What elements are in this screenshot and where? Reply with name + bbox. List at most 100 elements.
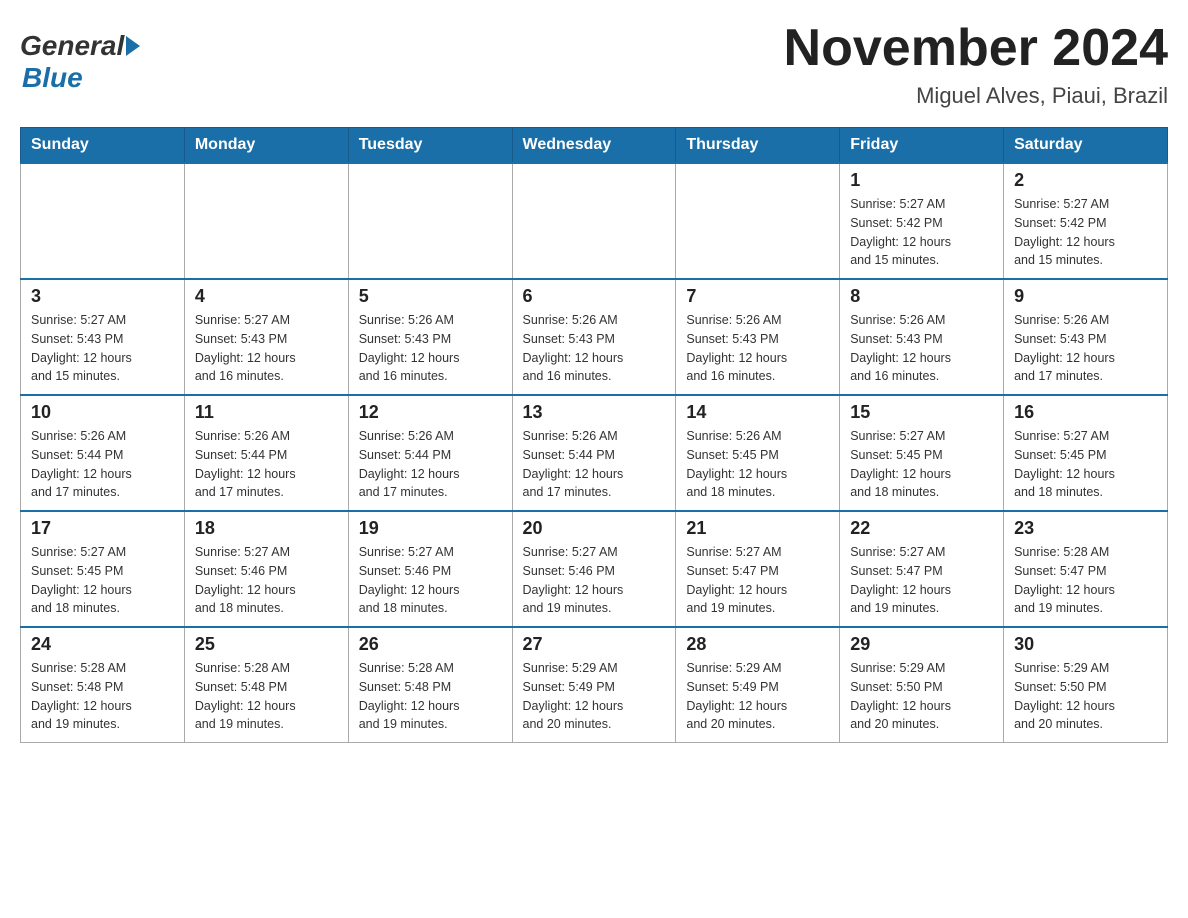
calendar-cell: 9 Sunrise: 5:26 AMSunset: 5:43 PMDaylight… <box>1004 279 1168 395</box>
week-row-2: 3 Sunrise: 5:27 AMSunset: 5:43 PMDaylight… <box>21 279 1168 395</box>
calendar-cell: 30 Sunrise: 5:29 AMSunset: 5:50 PMDayligh… <box>1004 627 1168 743</box>
day-info: Sunrise: 5:26 AMSunset: 5:44 PMDaylight:… <box>31 427 174 502</box>
calendar-cell: 5 Sunrise: 5:26 AMSunset: 5:43 PMDaylight… <box>348 279 512 395</box>
week-row-4: 17Sunrise: 5:27 AMSunset: 5:45 PMDayligh… <box>21 511 1168 627</box>
day-number: 21 <box>686 518 829 539</box>
day-info: Sunrise: 5:28 AMSunset: 5:48 PMDaylight:… <box>31 659 174 734</box>
calendar-cell: 15Sunrise: 5:27 AMSunset: 5:45 PMDayligh… <box>840 395 1004 511</box>
logo: General Blue <box>20 30 140 94</box>
calendar-cell: 26 Sunrise: 5:28 AMSunset: 5:48 PMDayligh… <box>348 627 512 743</box>
day-number: 24 <box>31 634 174 655</box>
day-info: Sunrise: 5:27 AMSunset: 5:45 PMDaylight:… <box>1014 427 1157 502</box>
calendar-cell: 17Sunrise: 5:27 AMSunset: 5:45 PMDayligh… <box>21 511 185 627</box>
day-info: Sunrise: 5:26 AMSunset: 5:45 PMDaylight:… <box>686 427 829 502</box>
calendar-cell: 13Sunrise: 5:26 AMSunset: 5:44 PMDayligh… <box>512 395 676 511</box>
day-info: Sunrise: 5:26 AMSunset: 5:43 PMDaylight:… <box>850 311 993 386</box>
location-title: Miguel Alves, Piaui, Brazil <box>784 83 1168 109</box>
day-number: 12 <box>359 402 502 423</box>
calendar: SundayMondayTuesdayWednesdayThursdayFrid… <box>20 127 1168 743</box>
title-section: November 2024 Miguel Alves, Piaui, Brazi… <box>784 20 1168 109</box>
day-info: Sunrise: 5:26 AMSunset: 5:43 PMDaylight:… <box>1014 311 1157 386</box>
day-info: Sunrise: 5:27 AMSunset: 5:46 PMDaylight:… <box>195 543 338 618</box>
day-info: Sunrise: 5:29 AMSunset: 5:49 PMDaylight:… <box>686 659 829 734</box>
calendar-cell: 21 Sunrise: 5:27 AMSunset: 5:47 PMDayligh… <box>676 511 840 627</box>
calendar-cell: 1 Sunrise: 5:27 AMSunset: 5:42 PMDaylight… <box>840 163 1004 279</box>
calendar-cell: 22 Sunrise: 5:27 AMSunset: 5:47 PMDayligh… <box>840 511 1004 627</box>
calendar-cell: 11 Sunrise: 5:26 AMSunset: 5:44 PMDayligh… <box>184 395 348 511</box>
calendar-cell: 12Sunrise: 5:26 AMSunset: 5:44 PMDayligh… <box>348 395 512 511</box>
calendar-cell: 29 Sunrise: 5:29 AMSunset: 5:50 PMDayligh… <box>840 627 1004 743</box>
weekday-header-wednesday: Wednesday <box>512 128 676 164</box>
calendar-cell: 4 Sunrise: 5:27 AMSunset: 5:43 PMDaylight… <box>184 279 348 395</box>
day-info: Sunrise: 5:28 AMSunset: 5:47 PMDaylight:… <box>1014 543 1157 618</box>
day-info: Sunrise: 5:27 AMSunset: 5:42 PMDaylight:… <box>1014 195 1157 270</box>
weekday-header-friday: Friday <box>840 128 1004 164</box>
calendar-cell <box>184 163 348 279</box>
day-number: 29 <box>850 634 993 655</box>
day-info: Sunrise: 5:29 AMSunset: 5:50 PMDaylight:… <box>1014 659 1157 734</box>
calendar-cell: 27 Sunrise: 5:29 AMSunset: 5:49 PMDayligh… <box>512 627 676 743</box>
day-number: 4 <box>195 286 338 307</box>
calendar-cell: 25Sunrise: 5:28 AMSunset: 5:48 PMDayligh… <box>184 627 348 743</box>
calendar-cell: 18 Sunrise: 5:27 AMSunset: 5:46 PMDayligh… <box>184 511 348 627</box>
day-info: Sunrise: 5:26 AMSunset: 5:43 PMDaylight:… <box>359 311 502 386</box>
day-number: 30 <box>1014 634 1157 655</box>
day-number: 16 <box>1014 402 1157 423</box>
day-info: Sunrise: 5:26 AMSunset: 5:44 PMDaylight:… <box>195 427 338 502</box>
day-number: 7 <box>686 286 829 307</box>
day-number: 27 <box>523 634 666 655</box>
week-row-5: 24 Sunrise: 5:28 AMSunset: 5:48 PMDayligh… <box>21 627 1168 743</box>
logo-arrow-icon <box>126 36 140 56</box>
day-info: Sunrise: 5:28 AMSunset: 5:48 PMDaylight:… <box>359 659 502 734</box>
day-number: 23 <box>1014 518 1157 539</box>
day-info: Sunrise: 5:29 AMSunset: 5:49 PMDaylight:… <box>523 659 666 734</box>
day-number: 3 <box>31 286 174 307</box>
day-info: Sunrise: 5:27 AMSunset: 5:47 PMDaylight:… <box>686 543 829 618</box>
day-info: Sunrise: 5:27 AMSunset: 5:46 PMDaylight:… <box>523 543 666 618</box>
day-number: 14 <box>686 402 829 423</box>
day-number: 5 <box>359 286 502 307</box>
day-number: 28 <box>686 634 829 655</box>
day-number: 18 <box>195 518 338 539</box>
weekday-header-row: SundayMondayTuesdayWednesdayThursdayFrid… <box>21 128 1168 164</box>
day-number: 9 <box>1014 286 1157 307</box>
logo-general-text: General <box>20 30 124 62</box>
weekday-header-tuesday: Tuesday <box>348 128 512 164</box>
calendar-cell: 10 Sunrise: 5:26 AMSunset: 5:44 PMDayligh… <box>21 395 185 511</box>
day-number: 10 <box>31 402 174 423</box>
day-number: 22 <box>850 518 993 539</box>
day-info: Sunrise: 5:29 AMSunset: 5:50 PMDaylight:… <box>850 659 993 734</box>
calendar-cell <box>676 163 840 279</box>
calendar-cell: 19 Sunrise: 5:27 AMSunset: 5:46 PMDayligh… <box>348 511 512 627</box>
day-info: Sunrise: 5:26 AMSunset: 5:43 PMDaylight:… <box>523 311 666 386</box>
calendar-cell <box>21 163 185 279</box>
day-number: 2 <box>1014 170 1157 191</box>
day-info: Sunrise: 5:27 AMSunset: 5:42 PMDaylight:… <box>850 195 993 270</box>
calendar-cell: 20Sunrise: 5:27 AMSunset: 5:46 PMDayligh… <box>512 511 676 627</box>
month-title: November 2024 <box>784 20 1168 77</box>
day-number: 17 <box>31 518 174 539</box>
day-number: 11 <box>195 402 338 423</box>
day-number: 13 <box>523 402 666 423</box>
calendar-cell: 14 Sunrise: 5:26 AMSunset: 5:45 PMDayligh… <box>676 395 840 511</box>
day-info: Sunrise: 5:27 AMSunset: 5:43 PMDaylight:… <box>31 311 174 386</box>
day-info: Sunrise: 5:27 AMSunset: 5:43 PMDaylight:… <box>195 311 338 386</box>
day-number: 1 <box>850 170 993 191</box>
day-number: 19 <box>359 518 502 539</box>
calendar-cell <box>348 163 512 279</box>
calendar-cell: 7Sunrise: 5:26 AMSunset: 5:43 PMDaylight… <box>676 279 840 395</box>
weekday-header-monday: Monday <box>184 128 348 164</box>
day-number: 25 <box>195 634 338 655</box>
calendar-cell: 2 Sunrise: 5:27 AMSunset: 5:42 PMDaylight… <box>1004 163 1168 279</box>
day-info: Sunrise: 5:27 AMSunset: 5:47 PMDaylight:… <box>850 543 993 618</box>
weekday-header-saturday: Saturday <box>1004 128 1168 164</box>
calendar-cell: 16 Sunrise: 5:27 AMSunset: 5:45 PMDayligh… <box>1004 395 1168 511</box>
week-row-3: 10 Sunrise: 5:26 AMSunset: 5:44 PMDayligh… <box>21 395 1168 511</box>
day-number: 6 <box>523 286 666 307</box>
calendar-cell: 8Sunrise: 5:26 AMSunset: 5:43 PMDaylight… <box>840 279 1004 395</box>
calendar-cell: 24 Sunrise: 5:28 AMSunset: 5:48 PMDayligh… <box>21 627 185 743</box>
day-number: 26 <box>359 634 502 655</box>
calendar-cell: 6 Sunrise: 5:26 AMSunset: 5:43 PMDaylight… <box>512 279 676 395</box>
logo-top: General <box>20 30 140 62</box>
day-info: Sunrise: 5:27 AMSunset: 5:46 PMDaylight:… <box>359 543 502 618</box>
